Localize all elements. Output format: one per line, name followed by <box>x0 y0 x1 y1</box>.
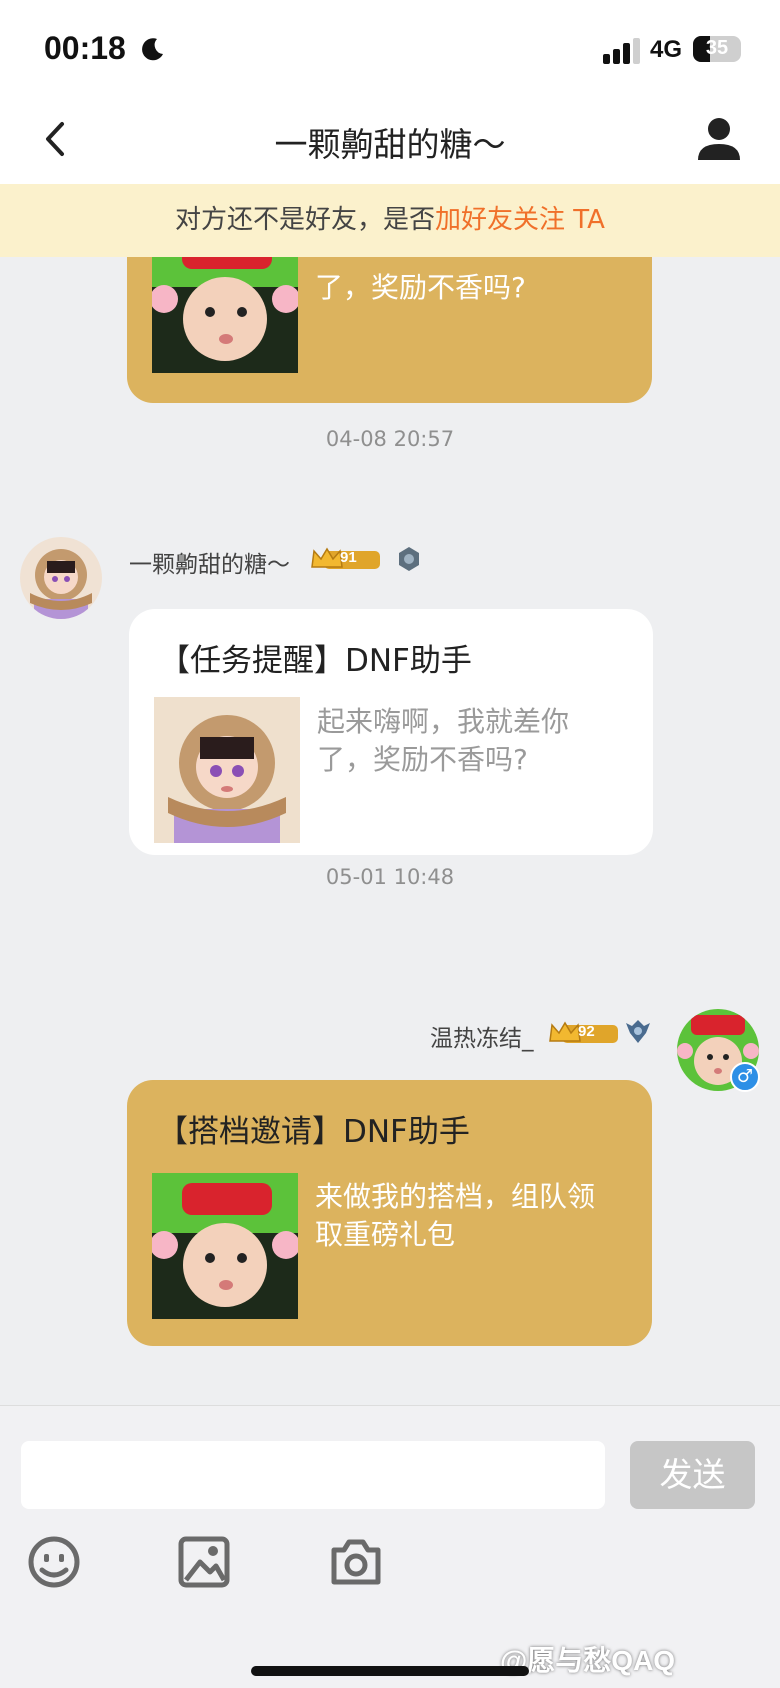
level-number: 92 <box>578 1023 595 1040</box>
home-indicator[interactable] <box>251 1666 529 1676</box>
image-icon[interactable] <box>176 1534 232 1590</box>
rank-emblem-icon <box>626 1020 650 1043</box>
message-title: 【任务提醒】DNF助手 <box>159 643 472 679</box>
network-label: 4G <box>650 36 683 63</box>
battery-level: 35 <box>705 37 729 59</box>
nav-bar: 一颗齁甜的糖～ <box>0 96 780 184</box>
message-thumbnail <box>154 697 300 843</box>
emoji-icon[interactable] <box>26 1534 82 1590</box>
profile-icon[interactable] <box>694 114 744 164</box>
notice-text: 对方还不是好友，是否 <box>175 205 436 235</box>
sender-name: 温热冻结_ <box>430 1026 534 1052</box>
message-body: 起来嗨啊，我就差你了，奖励不香吗? <box>317 705 570 776</box>
status-time: 00:18 <box>44 30 126 66</box>
message-body: 了，奖励不香吗? <box>315 271 526 304</box>
message-title: 【搭档邀请】DNF助手 <box>157 1114 470 1150</box>
message-thumbnail <box>152 1173 298 1319</box>
add-friend-link[interactable]: 加好友关注 TA <box>435 205 605 235</box>
camera-icon[interactable] <box>328 1534 384 1590</box>
male-gender-icon: ♂ <box>730 1062 760 1092</box>
message-body: 来做我的搭档，组队领取重磅礼包 <box>315 1180 596 1251</box>
level-badge: 91 <box>310 547 380 573</box>
moon-icon <box>142 38 163 61</box>
rank-emblem-icon <box>399 547 419 571</box>
message-card[interactable]: 【搭档邀请】DNF助手 来做我的搭档，组队领取重磅礼包 <box>127 1080 652 1346</box>
friend-notice: 对方还不是好友，是否加好友关注 TA <box>0 184 780 257</box>
girl-avatar-image <box>154 697 300 843</box>
level-number: 91 <box>340 549 357 566</box>
input-bar: 发送 @愿与愁QAQ <box>0 1405 780 1688</box>
message-card[interactable]: 了，奖励不香吗? <box>127 257 652 403</box>
message-timestamp: 04-08 20:57 <box>325 427 455 451</box>
sender-name: 一颗齁甜的糖～ <box>129 552 290 578</box>
message-thumbnail <box>152 257 298 373</box>
level-badge: 92 <box>548 1021 618 1047</box>
lays-avatar-image <box>152 257 298 373</box>
message-input[interactable] <box>21 1441 605 1509</box>
chat-messages[interactable]: 了，奖励不香吗? 04-08 20:57 一颗齁甜的糖～ 91 【任务提醒】DN… <box>0 257 780 1405</box>
battery-icon: 35 <box>693 36 741 62</box>
chat-title: 一颗齁甜的糖～ <box>274 125 506 164</box>
girl-avatar-image <box>20 537 102 619</box>
sender-avatar[interactable] <box>20 537 102 619</box>
message-timestamp: 05-01 10:48 <box>325 865 455 889</box>
message-card[interactable]: 【任务提醒】DNF助手 起来嗨啊，我就差你了，奖励不香吗? <box>129 609 653 855</box>
status-bar: 00:18 4G 35 <box>0 0 780 96</box>
signal-icon <box>603 38 640 64</box>
back-icon[interactable] <box>36 116 76 162</box>
lays-avatar-image <box>152 1173 298 1319</box>
send-button[interactable]: 发送 <box>630 1441 755 1509</box>
